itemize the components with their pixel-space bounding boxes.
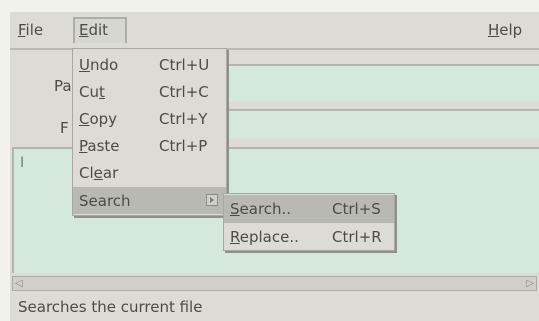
scroll-right-icon[interactable]: ▷	[526, 278, 534, 289]
edit-dropdown-menu: Undo Ctrl+U Cut Ctrl+C Copy Ctrl+Y Paste…	[72, 48, 227, 216]
menu-item-cut[interactable]: Cut Ctrl+C	[73, 78, 226, 105]
text-cursor: I	[20, 155, 25, 171]
menu-item-search[interactable]: Search	[73, 187, 226, 214]
field-label-2: F	[60, 119, 69, 137]
submenu-item-search[interactable]: Search.. Ctrl+S	[224, 195, 394, 223]
search-submenu: Search.. Ctrl+S Replace.. Ctrl+R	[223, 193, 395, 251]
shortcut-paste: Ctrl+P	[159, 137, 208, 155]
menu-file[interactable]: File	[18, 21, 43, 39]
shortcut-undo: Ctrl+U	[159, 56, 210, 74]
shortcut-search: Ctrl+S	[332, 200, 381, 218]
field-label-1: Pa	[54, 77, 72, 95]
shortcut-replace: Ctrl+R	[332, 228, 382, 246]
menu-item-copy[interactable]: Copy Ctrl+Y	[73, 105, 226, 132]
horizontal-scrollbar[interactable]: ◁ ▷	[12, 276, 537, 291]
shortcut-cut: Ctrl+C	[159, 83, 209, 101]
menu-item-undo[interactable]: Undo Ctrl+U	[73, 51, 226, 78]
menu-help[interactable]: Help	[488, 21, 522, 39]
menu-bar: File Edit Help	[10, 12, 539, 50]
status-bar-text: Searches the current file	[18, 298, 203, 316]
scroll-left-icon[interactable]: ◁	[15, 278, 23, 289]
text-field-2[interactable]	[225, 109, 539, 138]
menu-item-paste[interactable]: Paste Ctrl+P	[73, 132, 226, 159]
text-field-1[interactable]	[225, 64, 539, 102]
shortcut-copy: Ctrl+Y	[159, 110, 208, 128]
menu-item-clear[interactable]: Clear	[73, 159, 226, 186]
submenu-arrow-icon	[206, 194, 218, 206]
menu-edit[interactable]: Edit	[79, 21, 108, 39]
submenu-item-replace[interactable]: Replace.. Ctrl+R	[224, 223, 394, 251]
